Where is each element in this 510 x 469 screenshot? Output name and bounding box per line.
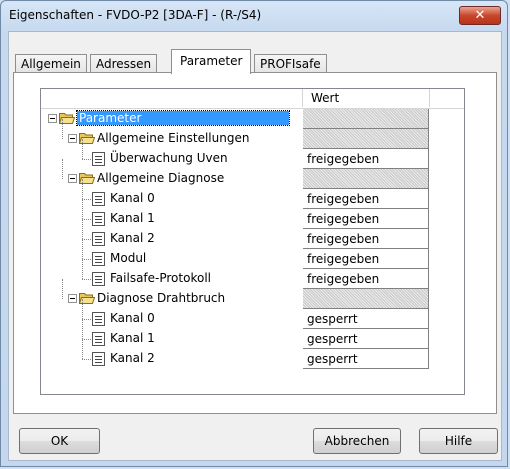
tree-parameter-row[interactable]: Kanal 0 freigegeben (41, 179, 464, 209)
window-title: Eigenschaften - FVDO-P2 [3DA-F] - (R-/S4… (9, 8, 262, 22)
title-bar[interactable]: Eigenschaften - FVDO-P2 [3DA-F] - (R-/S4… (1, 1, 507, 31)
tree-parameter-row[interactable]: Failsafe-Protokoll freigegeben (41, 259, 464, 289)
tree-connector-line (82, 139, 83, 159)
column-separator[interactable] (429, 89, 430, 107)
parameter-value-cell[interactable]: gesperrt (303, 349, 429, 369)
tree-parameter-label[interactable]: Überwachung Uven (110, 151, 228, 165)
properties-dialog: Eigenschaften - FVDO-P2 [3DA-F] - (R-/S4… (0, 0, 508, 467)
tree-connector-line (82, 279, 91, 280)
tree-connector-line (82, 319, 83, 339)
tree-parameter-row[interactable]: Kanal 2 freigegeben (41, 219, 464, 249)
tree-parameter-row[interactable]: Modul freigegeben (41, 239, 464, 269)
tree-folder-row[interactable]: Diagnose Drahtbruch (41, 279, 464, 309)
tree-connector-line (82, 319, 91, 320)
tree-connector-line (82, 219, 91, 220)
tree-folder-row[interactable]: Allgemeine Diagnose (41, 159, 464, 189)
ok-button[interactable]: OK (19, 428, 100, 454)
dialog-client-area: Allgemein Adressen Parameter PROFIsafe W… (8, 31, 502, 461)
tree-connector-line (62, 119, 63, 139)
tree-connector-line (82, 239, 83, 259)
tab-allgemein[interactable]: Allgemein (15, 54, 87, 73)
parameter-icon (92, 332, 105, 346)
parameter-icon (92, 312, 105, 326)
empty-value-cell (303, 109, 429, 129)
tree-folder-row[interactable]: Allgemeine Einstellungen (41, 119, 464, 149)
tree-connector-line (82, 259, 91, 260)
tree-parameter-row[interactable]: Kanal 1 freigegeben (41, 199, 464, 229)
empty-value-cell (303, 169, 429, 189)
tree-parameter-row[interactable]: Kanal 2 gesperrt (41, 339, 464, 369)
parameter-value-cell[interactable]: freigegeben (303, 209, 429, 229)
tree-parameter-label[interactable]: Kanal 0 (110, 311, 155, 325)
tree-connector-line (82, 219, 83, 239)
value-column-header[interactable]: Wert (311, 91, 339, 105)
tree-connector-line (82, 259, 83, 279)
parameter-value-cell[interactable]: freigegeben (303, 249, 429, 269)
tree-folder-label[interactable]: Allgemeine Diagnose (97, 171, 224, 185)
panel-divider (14, 395, 496, 396)
parameter-tree-table[interactable]: Wert Parameter Allgemeine Einstellungen Üb… (40, 88, 465, 395)
parameter-icon (92, 212, 105, 226)
tree-connector-line (82, 179, 83, 199)
close-button[interactable]: ✕ (459, 6, 501, 25)
parameter-icon (92, 192, 105, 206)
collapse-toggle-icon[interactable] (48, 114, 57, 123)
parameter-value-cell[interactable]: freigegeben (303, 189, 429, 209)
parameter-icon (92, 152, 105, 166)
tree-connector-line (62, 279, 63, 299)
tree-parameter-label[interactable]: Failsafe-Protokoll (110, 271, 211, 285)
tree-parameter-label[interactable]: Kanal 1 (110, 211, 155, 225)
close-icon: ✕ (474, 8, 486, 23)
empty-value-cell (303, 289, 429, 309)
tree-parameter-row[interactable]: Kanal 0 gesperrt (41, 299, 464, 329)
parameter-value-cell[interactable]: gesperrt (303, 309, 429, 329)
parameter-value-cell[interactable]: gesperrt (303, 329, 429, 349)
tree-connector-line (82, 199, 91, 200)
name-column-header[interactable] (41, 89, 303, 107)
tree-parameter-label[interactable]: Kanal 2 (110, 351, 155, 365)
parameter-icon (92, 272, 105, 286)
parameter-value-cell[interactable]: freigegeben (303, 269, 429, 289)
tree-connector-line (82, 239, 91, 240)
parameter-icon (92, 252, 105, 266)
tree-connector-line (82, 339, 91, 340)
tree-parameter-row[interactable]: Kanal 1 gesperrt (41, 319, 464, 349)
tree-parameter-label[interactable]: Modul (110, 251, 146, 265)
tree-connector-line (82, 339, 83, 359)
tree-connector-line (82, 199, 83, 219)
tree-parameter-label[interactable]: Kanal 1 (110, 331, 155, 345)
tree-connector-line (82, 299, 83, 319)
tree-folder-label[interactable]: Parameter (76, 110, 290, 126)
collapse-toggle-icon[interactable] (68, 294, 77, 303)
collapse-toggle-icon[interactable] (68, 134, 77, 143)
parameter-icon (92, 232, 105, 246)
tree-folder-label[interactable]: Allgemeine Einstellungen (97, 131, 249, 145)
tree-folder-label[interactable]: Diagnose Drahtbruch (97, 291, 225, 305)
tab-adressen[interactable]: Adressen (90, 54, 158, 73)
parameter-value-cell[interactable]: freigegeben (303, 229, 429, 249)
tree-folder-row[interactable]: Parameter (41, 109, 464, 129)
collapse-toggle-icon[interactable] (68, 174, 77, 183)
cancel-button[interactable]: Abbrechen (313, 428, 401, 454)
tree-connector-line (62, 159, 63, 179)
empty-value-cell (303, 129, 429, 149)
tab-parameter[interactable]: Parameter (171, 49, 252, 74)
parameter-value-cell[interactable]: freigegeben (303, 149, 429, 169)
table-header: Wert (41, 89, 464, 109)
help-button[interactable]: Hilfe (419, 428, 498, 454)
parameter-tab-panel: Wert Parameter Allgemeine Einstellungen Üb… (13, 72, 497, 414)
tree-connector-line (82, 159, 91, 160)
tab-profisafe[interactable]: PROFIsafe (254, 54, 327, 73)
tree-parameter-label[interactable]: Kanal 2 (110, 231, 155, 245)
parameter-icon (92, 352, 105, 366)
tree-connector-line (82, 359, 91, 360)
tree-parameter-label[interactable]: Kanal 0 (110, 191, 155, 205)
tree-parameter-row[interactable]: Überwachung Uven freigegeben (41, 139, 464, 169)
